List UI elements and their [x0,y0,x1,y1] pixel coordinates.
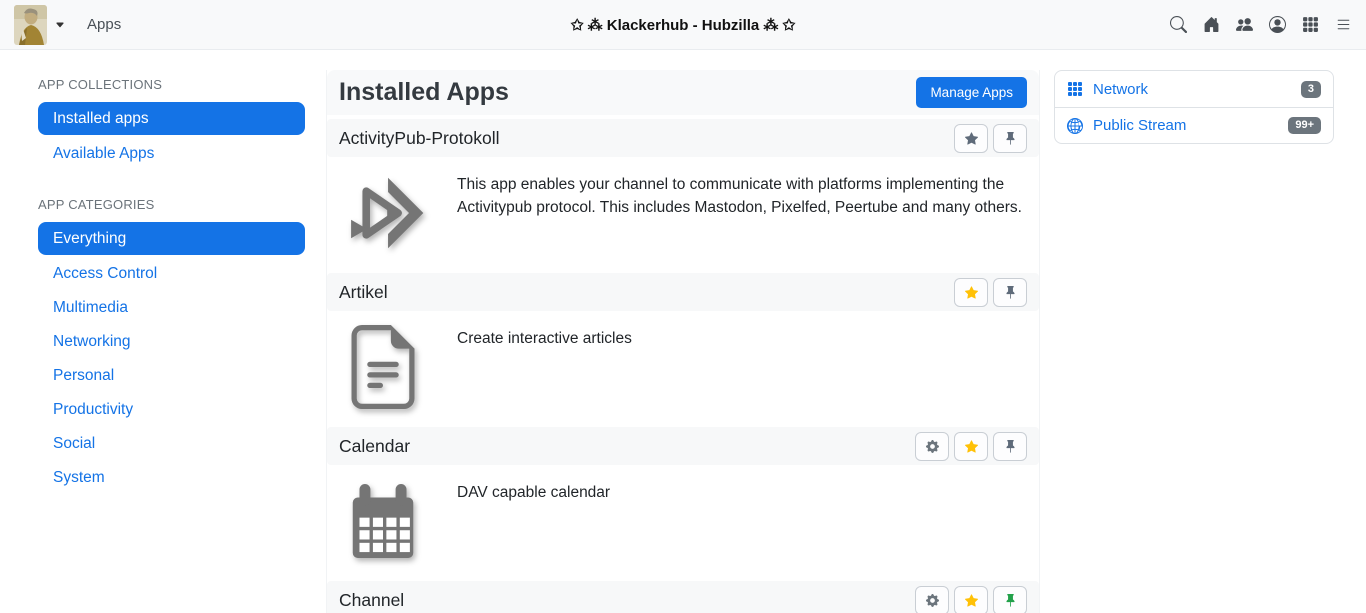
star-button[interactable] [954,432,988,461]
app-name: ActivityPub-Protokoll [339,128,499,149]
search-icon[interactable] [1169,16,1187,34]
count-badge: 99+ [1288,117,1321,134]
sidebar-item-access-control[interactable]: Access Control [38,257,305,291]
apps-list: ActivityPub-Protokoll This app enables yo… [327,119,1039,613]
gear-icon [926,594,939,607]
sidebar-item-productivity[interactable]: Productivity [38,393,305,427]
pin-button[interactable] [993,432,1027,461]
page-title: Installed Apps [339,78,509,107]
sidebar-item-networking[interactable]: Networking [38,325,305,359]
people-icon[interactable] [1235,16,1253,34]
app-section-activitypub-protokoll: ActivityPub-Protokoll This app enables yo… [327,119,1039,273]
app-details: Create interactive articles [327,311,1039,427]
sidebar-item-installed-apps[interactable]: Installed apps [38,102,305,135]
pin-icon [1004,286,1017,299]
widget-heading: APP CATEGORIES [38,197,305,212]
star-button[interactable] [954,586,988,613]
star-button[interactable] [954,278,988,307]
star-icon [965,286,978,299]
count-badge: 3 [1301,81,1321,98]
star-button[interactable] [954,124,988,153]
site-title: ✩ ⁂ Klackerhub - Hubzilla ⁂ ✩ [571,16,795,34]
sidebar-item-everything[interactable]: Everything [38,222,305,255]
app-section-calendar: Calendar DAV capable calendar [327,427,1039,581]
navbar-icons [1169,16,1352,34]
home-icon[interactable] [1202,16,1220,34]
sidebar-item-multimedia[interactable]: Multimedia [38,291,305,325]
app-tools [954,124,1027,153]
streams-card: Network 3 Public Stream 99+ [1054,70,1334,144]
widget-app-collections: APP COLLECTIONS Installed appsAvailable A… [38,77,305,171]
activitypub-icon [341,171,425,255]
app-description: This app enables your channel to communi… [457,173,1027,255]
app-tools [915,432,1027,461]
globe-icon [1067,118,1083,134]
sidebar-item-available-apps[interactable]: Available Apps [38,137,305,171]
sidebar-item-social[interactable]: Social [38,427,305,461]
calendar-icon [341,479,425,563]
app-tools [915,586,1027,613]
section-title-bar: Installed Apps Manage Apps [327,70,1039,115]
channel-menu[interactable] [14,5,65,45]
manage-apps-button[interactable]: Manage Apps [916,77,1027,108]
right-sidebar: Network 3 Public Stream 99+ [1054,70,1334,144]
app-section-channel: Channel [327,581,1039,613]
stream-label: Public Stream [1093,117,1186,134]
settings-button[interactable] [915,586,949,613]
chevron-down-icon [55,20,65,30]
app-header: Calendar [327,427,1039,465]
apps-grid-icon[interactable] [1301,16,1319,34]
pin-button[interactable] [993,586,1027,613]
app-header: Channel [327,581,1039,613]
pin-icon [1004,132,1017,145]
app-name: Artikel [339,282,388,303]
app-nav-sidebar: APP COLLECTIONS Installed appsAvailable A… [0,50,326,521]
pin-button[interactable] [993,124,1027,153]
stream-link-network[interactable]: Network 3 [1055,71,1333,107]
widget-app-categories: APP CATEGORIES EverythingAccess ControlMu… [38,197,305,495]
stream-link-public-stream[interactable]: Public Stream 99+ [1055,107,1333,143]
pin-button[interactable] [993,278,1027,307]
app-details: This app enables your channel to communi… [327,157,1039,273]
app-section-artikel: Artikel Create interactive articles [327,273,1039,427]
installed-apps-panel: Installed Apps Manage Apps ActivityPub-P… [326,70,1040,613]
star-icon [965,440,978,453]
menu-icon[interactable] [1334,16,1352,34]
app-description: Create interactive articles [457,327,632,409]
star-icon [965,132,978,145]
app-tools [954,278,1027,307]
sidebar-item-system[interactable]: System [38,461,305,495]
gear-icon [926,440,939,453]
grid-icon [1067,81,1083,97]
sidebar-item-personal[interactable]: Personal [38,359,305,393]
app-name: Channel [339,590,404,611]
settings-button[interactable] [915,432,949,461]
app-header: ActivityPub-Protokoll [327,119,1039,157]
app-name: Calendar [339,436,410,457]
app-description: DAV capable calendar [457,481,610,563]
stream-label: Network [1093,81,1148,98]
widget-heading: APP COLLECTIONS [38,77,305,92]
account-icon[interactable] [1268,16,1286,34]
pin-icon [1004,440,1017,453]
channel-avatar[interactable] [14,5,47,45]
pin-icon [1004,594,1017,607]
star-icon [965,594,978,607]
article-icon [341,325,425,409]
app-header: Artikel [327,273,1039,311]
page-title-apps: Apps [87,16,121,33]
app-details: DAV capable calendar [327,465,1039,581]
navbar: Apps ✩ ⁂ Klackerhub - Hubzilla ⁂ ✩ [0,0,1366,50]
